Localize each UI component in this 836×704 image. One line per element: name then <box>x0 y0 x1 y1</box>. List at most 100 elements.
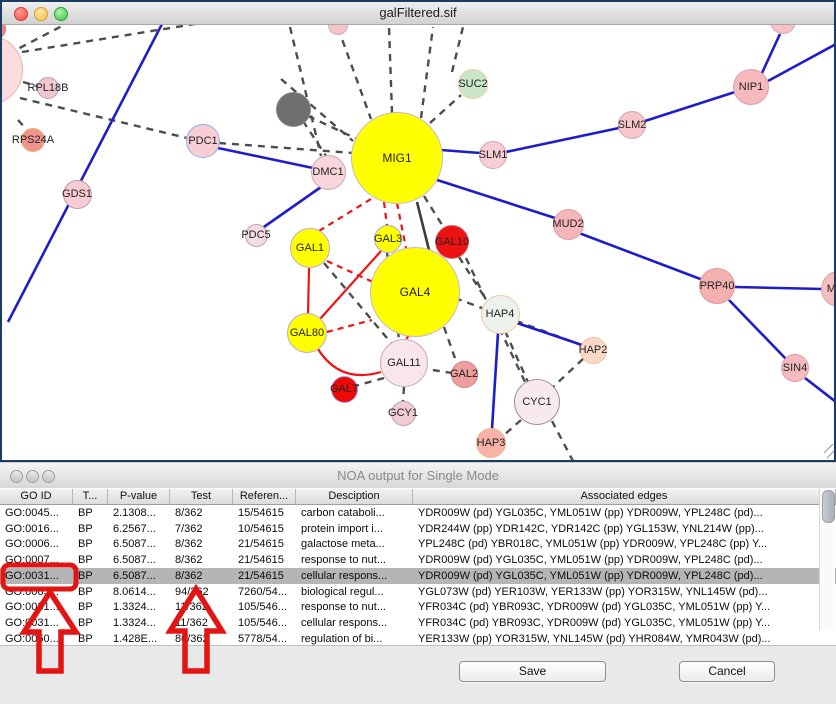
node-cyc1[interactable]: CYC1 <box>514 379 560 425</box>
table-cell: BP <box>73 617 108 629</box>
node-gal11[interactable]: GAL11 <box>380 339 428 387</box>
node-sin4[interactable]: SIN4 <box>781 354 809 382</box>
node-dmc1[interactable]: DMC1 <box>311 155 346 190</box>
edge-blue <box>506 128 619 152</box>
table-row[interactable]: GO:0065...BP8.0614...94/3627260/54...bio… <box>0 584 836 600</box>
scrollbar-thumb[interactable] <box>822 490 835 523</box>
edge-grip <box>827 451 834 458</box>
table-cell: cellular respons... <box>296 570 413 582</box>
column-header-2[interactable]: P-value <box>108 489 170 504</box>
node-slm2[interactable]: SLM2 <box>618 111 646 139</box>
node-slm1[interactable]: SLM1 <box>479 141 507 169</box>
table-cell: 21/54615 <box>233 554 296 566</box>
table-row[interactable]: GO:0031...BP1.3324...11/362105/546...cel… <box>0 615 836 631</box>
table-cell: 7260/54... <box>233 586 296 598</box>
table-cell: 8/362 <box>170 570 233 582</box>
node-unlabeled[interactable] <box>276 92 311 127</box>
noa-titlebar[interactable]: NOA output for Single Mode <box>0 462 836 490</box>
table-cell: BP <box>73 586 108 598</box>
network-window: galFiltered.sif RPL18B RPS24A GDS1 PDC1 DMC1… <box>0 0 836 462</box>
node-mud2[interactable]: MUD2 <box>553 209 584 240</box>
table-cell: 8/362 <box>170 554 233 566</box>
column-header-0[interactable]: GO ID <box>0 489 73 504</box>
node-label: GAL80 <box>290 327 324 339</box>
node-label: GAL4 <box>400 285 431 299</box>
table-cell: 11/362 <box>170 601 233 613</box>
edge-blue <box>8 25 162 322</box>
screenshot-root: { "main_window": { "title": "galFiltered… <box>0 0 836 704</box>
table-cell: GO:0045... <box>0 507 73 519</box>
column-header-1[interactable]: T... <box>73 489 108 504</box>
node-gal80[interactable]: GAL80 <box>287 313 327 353</box>
node-pdc5[interactable]: PDC5 <box>245 224 268 247</box>
node-gal1[interactable]: GAL1 <box>290 228 330 268</box>
table-cell: response to nut... <box>296 601 413 613</box>
edge-dash <box>18 120 27 130</box>
column-header-5[interactable]: Desciption <box>296 489 413 504</box>
table-cell: YDR244W (pp) YDR142C, YDR142C (pp) YGL15… <box>413 523 836 535</box>
table-row[interactable]: GO:0045...BP2.1308...8/36215/54615carbon… <box>0 505 836 521</box>
node-suc2[interactable]: SUC2 <box>458 69 488 99</box>
edge-dash <box>452 27 463 72</box>
table-cell: GO:0007... <box>0 554 73 566</box>
node-pdc1[interactable]: PDC1 <box>186 124 220 158</box>
table-cell: YFR034C (pd) YBR093C, YDR009W (pd) YGL03… <box>413 617 836 629</box>
node-rps24a[interactable]: RPS24A <box>21 128 45 152</box>
table-body: GO:0045...BP2.1308...8/36215/54615carbon… <box>0 505 836 647</box>
node-gal4[interactable]: GAL4 <box>370 247 460 337</box>
table-row[interactable]: GO:0006...BP6.5087...8/36221/54615galact… <box>0 537 836 553</box>
table-cell: YDR009W (pd) YGL035C, YML051W (pp) YDR00… <box>413 570 836 582</box>
edge-dash <box>444 327 457 364</box>
table-cell: GO:0065... <box>0 586 73 598</box>
noa-window-title: NOA output for Single Mode <box>0 463 836 489</box>
node-mig1[interactable]: MIG1 <box>351 112 443 204</box>
table-cell: YPL248C (pd) YBR018C, YML051W (pp) YDR00… <box>413 538 836 550</box>
node-hap4[interactable]: HAP4 <box>481 295 520 334</box>
vertical-scrollbar[interactable] <box>819 488 835 630</box>
node-gal7[interactable]: GAL7 <box>331 376 358 403</box>
node-label: PDC5 <box>241 229 270 241</box>
node-rpl18b[interactable]: RPL18B <box>37 77 59 99</box>
node-label: CYC1 <box>522 396 551 408</box>
table-cell: GO:0031... <box>0 617 73 629</box>
table-cell: 8/362 <box>170 538 233 550</box>
node-gcy1[interactable]: GCY1 <box>391 401 416 426</box>
node-label: GCY1 <box>388 407 418 419</box>
edge-blue <box>805 378 834 402</box>
column-header-6[interactable]: Associated edges <box>413 489 836 504</box>
node-prp40[interactable]: PRP40 <box>699 268 735 304</box>
table-cell: 21/54615 <box>233 570 296 582</box>
node-gds1[interactable]: GDS1 <box>63 180 92 209</box>
edge-reddash <box>327 261 373 282</box>
save-button[interactable]: Save <box>459 661 606 682</box>
node-hap2[interactable]: HAP2 <box>580 337 607 364</box>
noa-output-window: NOA output for Single Mode GO IDT...P-va… <box>0 462 836 704</box>
node-label: GAL1 <box>296 242 324 254</box>
edge-blue <box>261 187 321 229</box>
table-cell: YDR009W (pd) YGL035C, YML051W (pp) YDR00… <box>413 507 836 519</box>
go-results-table: GO IDT...P-valueTestReferen...Desciption… <box>0 488 836 645</box>
table-cell: 6.5087... <box>108 570 170 582</box>
node-label: GAL2 <box>450 368 478 380</box>
table-row[interactable]: GO:0031...BP1.3324...11/362105/546...res… <box>0 600 836 616</box>
table-cell: GO:0031... <box>0 601 73 613</box>
edge-dash <box>421 27 433 118</box>
node-hap3[interactable]: HAP3 <box>476 428 506 458</box>
network-edges <box>2 25 834 460</box>
table-cell: response to nut... <box>296 554 413 566</box>
cancel-button[interactable]: Cancel <box>679 661 775 682</box>
network-canvas[interactable]: RPL18B RPS24A GDS1 PDC1 DMC1 SUC2 SLM1 SLM2 NIP1… <box>2 25 834 460</box>
node-gal2[interactable]: GAL2 <box>451 361 478 388</box>
network-window-titlebar[interactable]: galFiltered.sif <box>2 2 834 25</box>
column-header-3[interactable]: Test <box>170 489 233 504</box>
table-row[interactable]: GO:0007...BP6.5087...8/36221/54615respon… <box>0 552 836 568</box>
table-cell: 10/54615 <box>233 523 296 535</box>
node-gal3[interactable]: GAL3 <box>374 225 402 253</box>
table-cell: BP <box>73 633 108 645</box>
table-cell: GO:0006... <box>0 538 73 550</box>
node-label: PRP40 <box>700 280 735 292</box>
column-header-4[interactable]: Referen... <box>233 489 296 504</box>
table-row[interactable]: GO:0016...BP6.2567...7/36210/54615protei… <box>0 521 836 537</box>
node-nip1[interactable]: NIP1 <box>733 69 769 105</box>
table-row[interactable]: GO:0031...BP6.5087...8/36221/54615cellul… <box>0 568 836 584</box>
